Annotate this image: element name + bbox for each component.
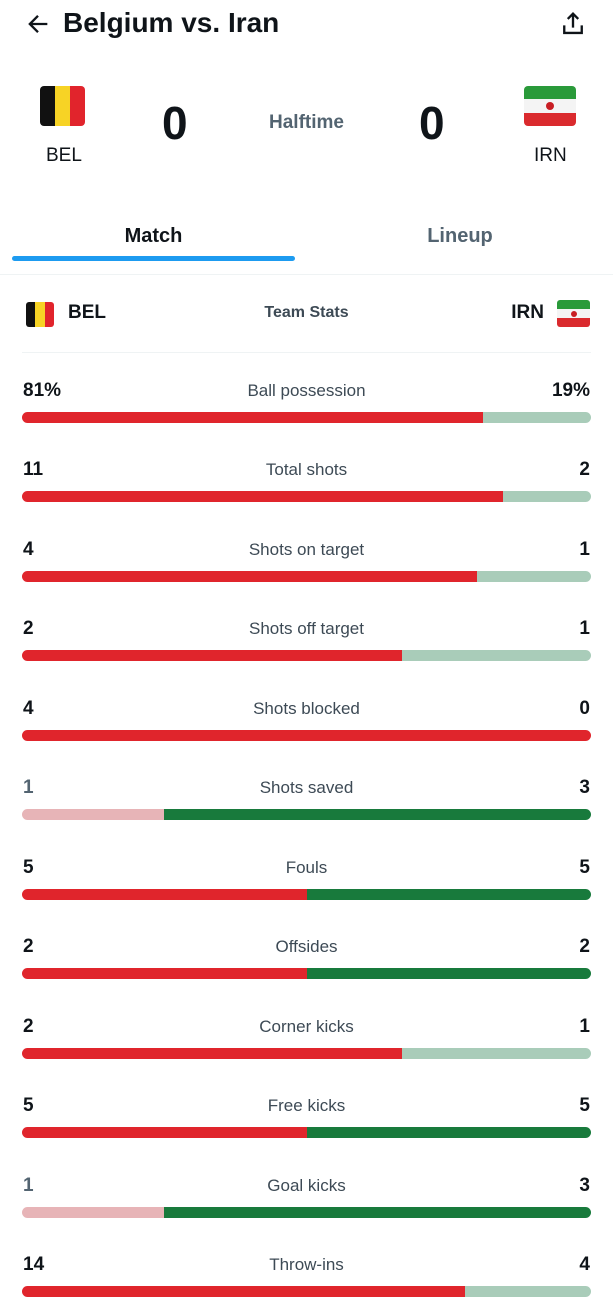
stat-away-value: 5: [579, 857, 590, 878]
stat-label: Free kicks: [267, 1096, 346, 1115]
stat-row: 2 Offsides 2: [22, 934, 591, 994]
stat-away-value: 3: [579, 1175, 590, 1196]
match-status: Halftime: [269, 112, 344, 133]
stat-away-value: 0: [579, 698, 590, 719]
stat-label: Fouls: [285, 858, 328, 877]
stat-bar-away-segment: [482, 412, 591, 423]
stat-bar-away-segment: [306, 1127, 591, 1138]
stat-row: 11 Total shots 2: [22, 457, 591, 517]
stat-comparison-bar: [22, 491, 591, 502]
stat-comparison-bar: [22, 889, 591, 900]
stat-label: Throw-ins: [269, 1255, 344, 1274]
tab-match[interactable]: Match: [12, 212, 295, 262]
stat-away-value: 2: [579, 459, 590, 480]
stat-bar-home-segment: [22, 968, 307, 979]
stat-label: Shots saved: [259, 778, 354, 797]
stat-away-value: 5: [579, 1095, 590, 1116]
stat-row: 1 Goal kicks 3: [22, 1173, 591, 1233]
stat-bar-home-segment: [22, 809, 165, 820]
stat-bar-home-segment: [22, 889, 307, 900]
stat-away-value: 19%: [551, 380, 590, 401]
stat-label: Corner kicks: [259, 1017, 354, 1036]
arrow-left-icon[interactable]: [24, 10, 52, 38]
stat-bar-away-segment: [503, 491, 591, 502]
iran-flag-icon: [524, 86, 576, 126]
stat-comparison-bar: [22, 809, 591, 820]
stat-comparison-bar: [22, 1286, 591, 1297]
stat-row: 5 Free kicks 5: [22, 1093, 591, 1153]
stat-comparison-bar: [22, 412, 591, 423]
stat-bar-away-segment: [477, 571, 591, 582]
stat-bar-home-segment: [22, 650, 402, 661]
stat-label: Total shots: [265, 460, 348, 479]
team-stats-title: Team Stats: [264, 304, 349, 321]
stat-bar-home-segment: [22, 571, 478, 582]
stat-away-value: 1: [579, 618, 590, 639]
stat-label: Shots blocked: [253, 699, 360, 718]
stat-label: Shots on target: [248, 540, 365, 559]
stat-bar-home-segment: [22, 1048, 402, 1059]
page-title: Belgium vs. Iran: [63, 7, 280, 38]
tab-lineup[interactable]: Lineup: [307, 212, 613, 262]
stat-away-value: 4: [579, 1254, 590, 1275]
stat-row: 4 Shots blocked 0: [22, 696, 591, 756]
stat-label: Ball possession: [247, 381, 366, 400]
stat-row: 81% Ball possession 19%: [22, 378, 591, 438]
stat-row: 2 Corner kicks 1: [22, 1014, 591, 1074]
stat-away-value: 2: [579, 936, 590, 957]
tab-bar: Match Lineup: [0, 212, 613, 275]
stat-bar-home-segment: [22, 1207, 165, 1218]
team-stats-header: BEL Team Stats IRN: [22, 290, 591, 353]
stat-row: 14 Throw-ins 4: [22, 1252, 591, 1312]
stat-comparison-bar: [22, 730, 591, 741]
stat-comparison-bar: [22, 968, 591, 979]
stat-label: Shots off target: [249, 619, 364, 638]
stat-comparison-bar: [22, 1127, 591, 1138]
stat-bar-away-segment: [164, 809, 591, 820]
stat-bar-away-segment: [401, 1048, 591, 1059]
stat-label: Goal kicks: [267, 1176, 346, 1195]
stat-away-value: 1: [579, 539, 590, 560]
stat-bar-away-segment: [464, 1286, 591, 1297]
away-team-code: IRN: [534, 145, 567, 166]
stat-bar-away-segment: [164, 1207, 591, 1218]
stat-away-value: 3: [579, 777, 590, 798]
selected-tab-indicator: [12, 256, 295, 261]
stat-row: 1 Shots saved 3: [22, 775, 591, 835]
stat-comparison-bar: [22, 1207, 591, 1218]
stat-bar-home-segment: [22, 412, 483, 423]
stat-row: 4 Shots on target 1: [22, 537, 591, 597]
stat-bar-away-segment: [401, 650, 591, 661]
stat-row: 2 Shots off target 1: [22, 616, 591, 676]
stat-bar-away-segment: [306, 889, 591, 900]
stats-away-code: IRN: [511, 302, 544, 323]
stat-comparison-bar: [22, 1048, 591, 1059]
stat-bar-home-segment: [22, 1127, 307, 1138]
stat-bar-home-segment: [22, 491, 504, 502]
share-upload-icon[interactable]: [559, 8, 587, 38]
stat-bar-home-segment: [22, 730, 591, 741]
scoreboard: BEL 0 Halftime 0 IRN: [0, 78, 613, 178]
stat-away-value: 1: [579, 1016, 590, 1037]
stat-row: 5 Fouls 5: [22, 855, 591, 915]
stat-comparison-bar: [22, 571, 591, 582]
stat-label: Offsides: [275, 937, 338, 956]
stat-comparison-bar: [22, 650, 591, 661]
stat-bar-away-segment: [306, 968, 591, 979]
away-score: 0: [419, 97, 445, 149]
stat-bar-home-segment: [22, 1286, 465, 1297]
top-bar: Belgium vs. Iran: [0, 0, 613, 48]
home-team-code: BEL: [46, 145, 82, 166]
